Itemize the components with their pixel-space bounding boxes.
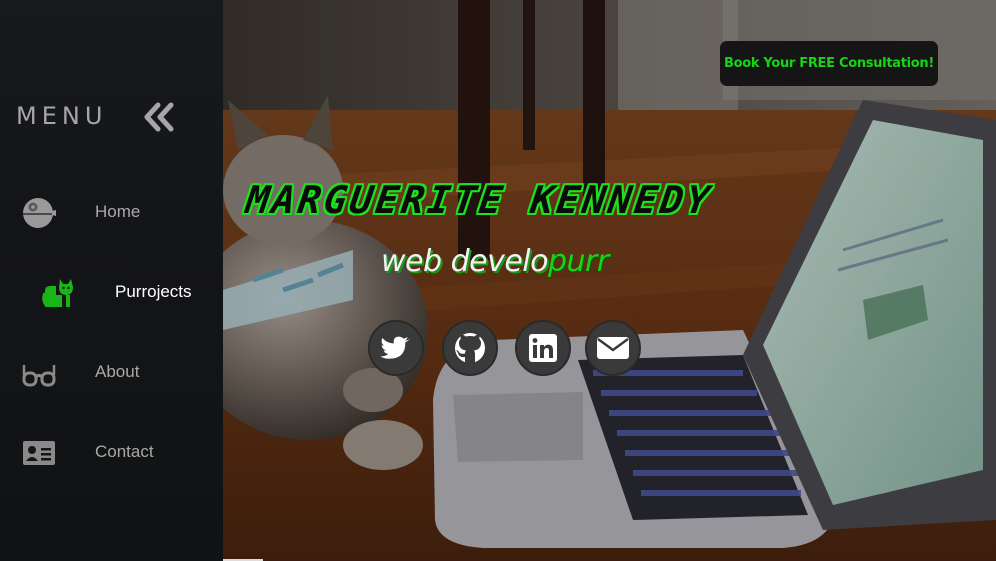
book-consultation-button[interactable]: Book Your FREE Consultation! [720,41,938,86]
double-chevron-left-icon[interactable] [142,100,176,134]
death-star-icon [22,197,56,229]
twitter-icon[interactable] [368,320,424,376]
sidebar-item-purrojects[interactable]: Purrojects [0,268,223,318]
cat-icon [42,277,76,309]
glasses-icon [22,357,56,389]
email-icon[interactable] [585,320,641,376]
id-card-icon [22,437,56,469]
tagline-part-2: purr [547,244,609,279]
sidebar-item-contact[interactable]: Contact [0,428,223,478]
hero-tagline: web developurr [381,244,609,279]
tagline-part-1: web develo [381,244,548,279]
github-icon[interactable] [442,320,498,376]
sidebar-item-home[interactable]: Home [0,188,223,238]
menu-title: MENU [16,102,108,130]
sidebar-item-label: Contact [95,442,154,461]
menu-header: MENU [16,100,216,136]
hero-name: MARGUERITE KENNEDY [243,178,716,222]
sidebar-item-label: Purrojects [115,282,192,301]
linkedin-icon[interactable] [515,320,571,376]
sidebar: MENU Home Purrojects About Contact [0,0,223,561]
sidebar-item-label: Home [95,202,141,221]
sidebar-item-about[interactable]: About [0,348,223,398]
sidebar-item-label: About [95,362,140,381]
